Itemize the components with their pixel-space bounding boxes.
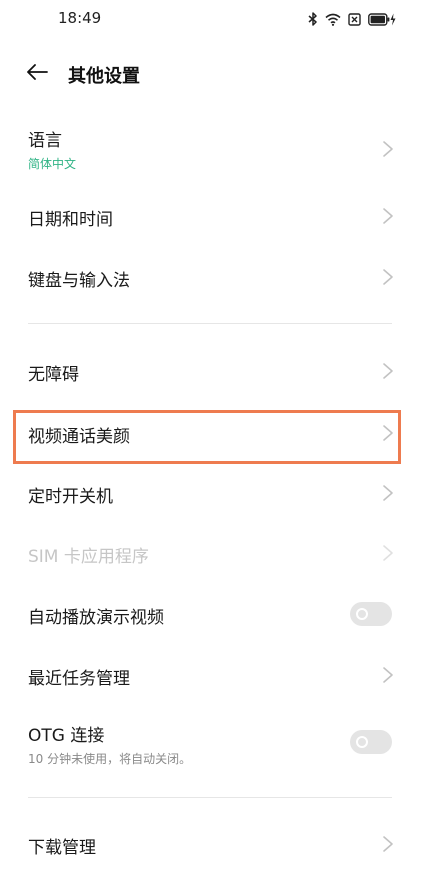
settings-item-subtitle: 10 分钟未使用，将自动关闭。 [28, 752, 192, 766]
settings-item-title: 日期和时间 [28, 210, 113, 230]
settings-item-title: 自动播放演示视频 [28, 608, 164, 628]
status-bar: 18:49 [0, 0, 422, 38]
bluetooth-icon [308, 12, 318, 26]
settings-item-title: 定时开关机 [28, 487, 113, 507]
back-button[interactable] [20, 60, 54, 88]
chevron-right-icon [383, 485, 393, 501]
settings-item-otg[interactable]: OTG 连接 10 分钟未使用，将自动关闭。 [0, 713, 422, 775]
settings-item-title: OTG 连接 [28, 726, 105, 746]
settings-item-language[interactable]: 语言 简体中文 [0, 118, 422, 180]
toggle-knob [356, 608, 368, 620]
toggle-knob [356, 736, 368, 748]
settings-item-recent-tasks[interactable]: 最近任务管理 [0, 649, 422, 701]
settings-item-download-manager[interactable]: 下载管理 [0, 818, 422, 869]
settings-item-title: 下载管理 [28, 838, 96, 858]
section-divider [28, 323, 392, 324]
chevron-right-icon [383, 667, 393, 683]
auto-play-demo-toggle[interactable] [350, 602, 392, 626]
chevron-right-icon [383, 363, 393, 379]
screen: 18:49 其他设置 语言 简体中文 日期和时间 键盘与输入法 无障碍 视频通话… [0, 0, 422, 869]
settings-item-title: SIM 卡应用程序 [28, 547, 149, 567]
chevron-right-icon [383, 208, 393, 224]
settings-item-scheduled-power[interactable]: 定时开关机 [0, 467, 422, 519]
settings-item-date-time[interactable]: 日期和时间 [0, 190, 422, 242]
status-time: 18:49 [58, 9, 102, 27]
chevron-right-icon [383, 269, 393, 285]
settings-item-title: 视频通话美颜 [28, 427, 130, 447]
chevron-right-icon [383, 836, 393, 852]
settings-item-title: 语言 [28, 131, 62, 151]
page-title: 其他设置 [68, 66, 140, 87]
settings-item-subtitle: 简体中文 [28, 157, 77, 171]
section-divider [28, 797, 392, 798]
settings-item-title: 键盘与输入法 [28, 271, 130, 291]
chevron-right-icon [383, 425, 393, 441]
battery-charging-icon [368, 12, 396, 26]
settings-item-accessibility[interactable]: 无障碍 [0, 345, 422, 397]
status-icons [308, 9, 396, 29]
chevron-right-icon [383, 141, 393, 157]
settings-item-keyboard-input[interactable]: 键盘与输入法 [0, 251, 422, 303]
otg-toggle[interactable] [350, 730, 392, 754]
wifi-icon [325, 13, 341, 26]
settings-item-title: 最近任务管理 [28, 669, 130, 689]
chevron-right-icon [383, 545, 393, 561]
settings-item-auto-play-demo[interactable]: 自动播放演示视频 [0, 588, 422, 640]
arrow-left-icon [26, 64, 48, 84]
settings-item-title: 无障碍 [28, 365, 79, 385]
settings-item-sim-apps: SIM 卡应用程序 [0, 527, 422, 579]
settings-item-video-call-beauty[interactable]: 视频通话美颜 [0, 407, 422, 459]
sim-off-icon [348, 12, 361, 26]
header: 其他设置 [0, 50, 422, 98]
